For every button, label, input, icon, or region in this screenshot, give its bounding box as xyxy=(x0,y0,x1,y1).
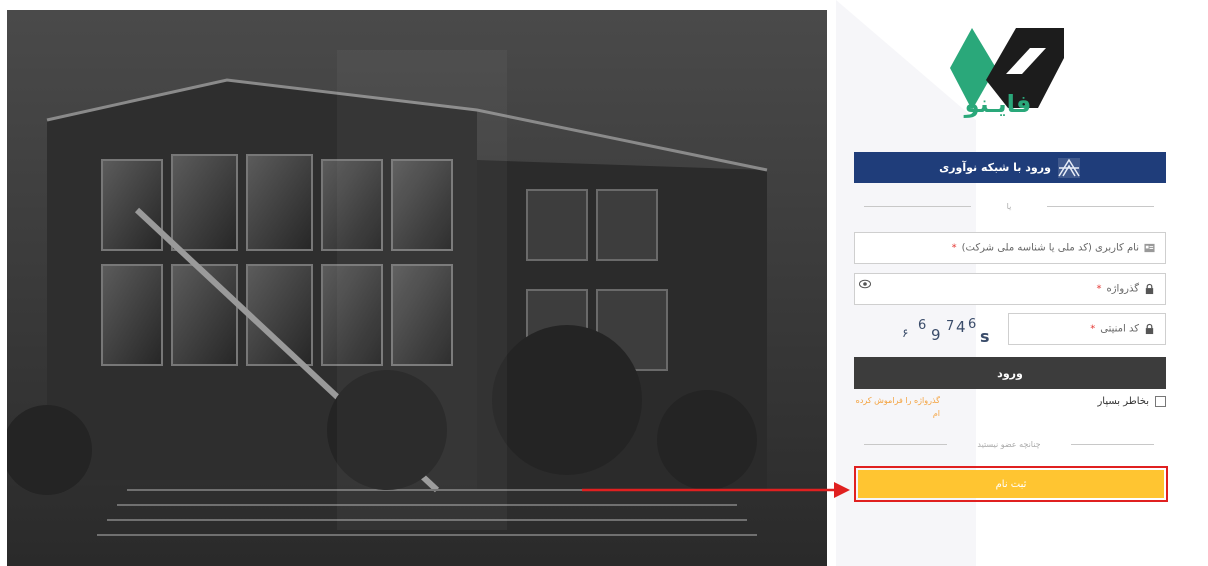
or-text: یا xyxy=(1006,201,1012,211)
brand-name: فایـنو xyxy=(964,90,1032,118)
innovation-network-login-button[interactable]: ورود با شبکه نوآوری xyxy=(854,152,1166,183)
required-mark: * xyxy=(1090,323,1096,335)
username-placeholder: نام کاربری (کد ملی یا شناسه ملی شرکت) * xyxy=(952,243,1155,254)
signup-button[interactable]: ثبت نام xyxy=(858,470,1164,498)
forgot-password-link[interactable]: گذرواژه را فراموش کرده ام xyxy=(848,394,940,420)
signup-label: ثبت نام xyxy=(995,478,1027,490)
or-divider: یا xyxy=(864,199,1155,213)
username-label: نام کاربری (کد ملی یا شناسه ملی شرکت) xyxy=(961,242,1139,254)
captcha-char: s xyxy=(980,327,990,346)
security-code-placeholder: کد امنیتی * xyxy=(1090,324,1155,335)
not-member-divider: چنانچه عضو نیستید xyxy=(864,437,1154,451)
login-label: ورود xyxy=(997,366,1023,380)
remember-label: بخاطر بسپار xyxy=(1097,396,1149,407)
id-card-icon xyxy=(1144,243,1155,253)
password-input[interactable]: گذرواژه * xyxy=(854,273,1166,305)
required-mark: * xyxy=(1096,283,1102,295)
username-input[interactable]: نام کاربری (کد ملی یا شناسه ملی شرکت) * xyxy=(854,232,1166,264)
captcha-char: 7 xyxy=(946,319,954,334)
annotation-arrow-icon xyxy=(582,482,850,498)
divider-line xyxy=(864,443,948,445)
signup-highlight-box: ثبت نام xyxy=(854,466,1168,502)
login-button[interactable]: ورود xyxy=(854,357,1166,389)
security-code-input[interactable]: کد امنیتی * xyxy=(1008,313,1166,345)
captcha-char: 6 xyxy=(968,317,976,332)
captcha-char: ۶ xyxy=(902,326,908,340)
remember-checkbox[interactable] xyxy=(1155,396,1166,407)
eye-icon[interactable] xyxy=(859,279,871,289)
lock-icon xyxy=(1145,323,1154,335)
password-label: گذرواژه xyxy=(1106,283,1139,295)
divider-line xyxy=(864,205,971,207)
divider-line xyxy=(1047,205,1155,207)
captcha-char: 6 xyxy=(918,318,926,333)
login-page: فایـنو ورود با شبکه نوآوری یا نام کاربری… xyxy=(0,0,1208,566)
required-mark: * xyxy=(951,242,957,254)
password-placeholder: گذرواژه * xyxy=(1096,284,1155,295)
captcha-image: ۶ 6 9 7 4 6 s xyxy=(902,317,990,346)
security-code-label: کد امنیتی xyxy=(1100,323,1139,335)
divider-line xyxy=(1070,443,1154,445)
captcha-char: 4 xyxy=(956,318,966,336)
sso-label: ورود با شبکه نوآوری xyxy=(939,161,1051,174)
lock-icon xyxy=(1145,283,1154,295)
login-panel: فایـنو ورود با شبکه نوآوری یا نام کاربری… xyxy=(836,0,1208,566)
network-icon xyxy=(1057,157,1080,178)
remember-me[interactable]: بخاطر بسپار xyxy=(1097,396,1166,407)
not-member-text: چنانچه عضو نیستید xyxy=(977,439,1041,449)
captcha-char: 9 xyxy=(931,326,941,344)
